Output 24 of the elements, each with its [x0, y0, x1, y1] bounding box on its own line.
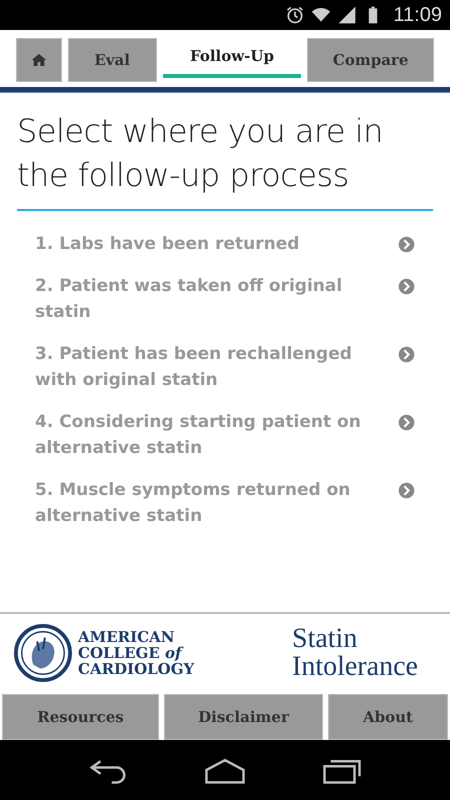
app-name: Statin Intolerance — [292, 625, 419, 681]
step-link[interactable]: 1. Labs have been returned — [17, 223, 433, 265]
step-link[interactable]: 5. Muscle symptoms returned on alternative statin — [17, 469, 433, 537]
heart-seal-icon — [14, 624, 72, 682]
tab[interactable]: Eval — [68, 38, 157, 82]
footer-button[interactable]: Disclaimer — [164, 694, 323, 740]
step-link[interactable]: 4. Considering starting patient on alternative statin — [17, 401, 433, 469]
page-heading: Select where you are in the follow-up process — [17, 111, 384, 196]
alarm-icon — [285, 5, 306, 25]
footer-button[interactable]: Resources — [2, 694, 159, 740]
home-icon — [30, 52, 47, 68]
chevron-circle-icon — [398, 482, 415, 499]
clock-time: 11:09 — [393, 4, 442, 26]
chevron-circle-icon — [398, 236, 415, 253]
chevron-circle-icon — [398, 414, 415, 431]
step-link[interactable]: 2. Patient was taken off original statin — [17, 265, 433, 333]
step-link[interactable]: 3. Patient has been rechallenged with original statin — [17, 333, 433, 401]
chevron-circle-icon — [398, 346, 415, 363]
home-tab[interactable] — [16, 38, 62, 82]
organization-name: AMERICAN COLLEGE of CARDIOLOGY — [78, 629, 196, 677]
tab[interactable]: Compare — [307, 38, 434, 82]
chevron-circle-icon — [398, 278, 415, 295]
signal-icon — [337, 5, 358, 25]
footer-button[interactable]: About — [328, 694, 448, 740]
